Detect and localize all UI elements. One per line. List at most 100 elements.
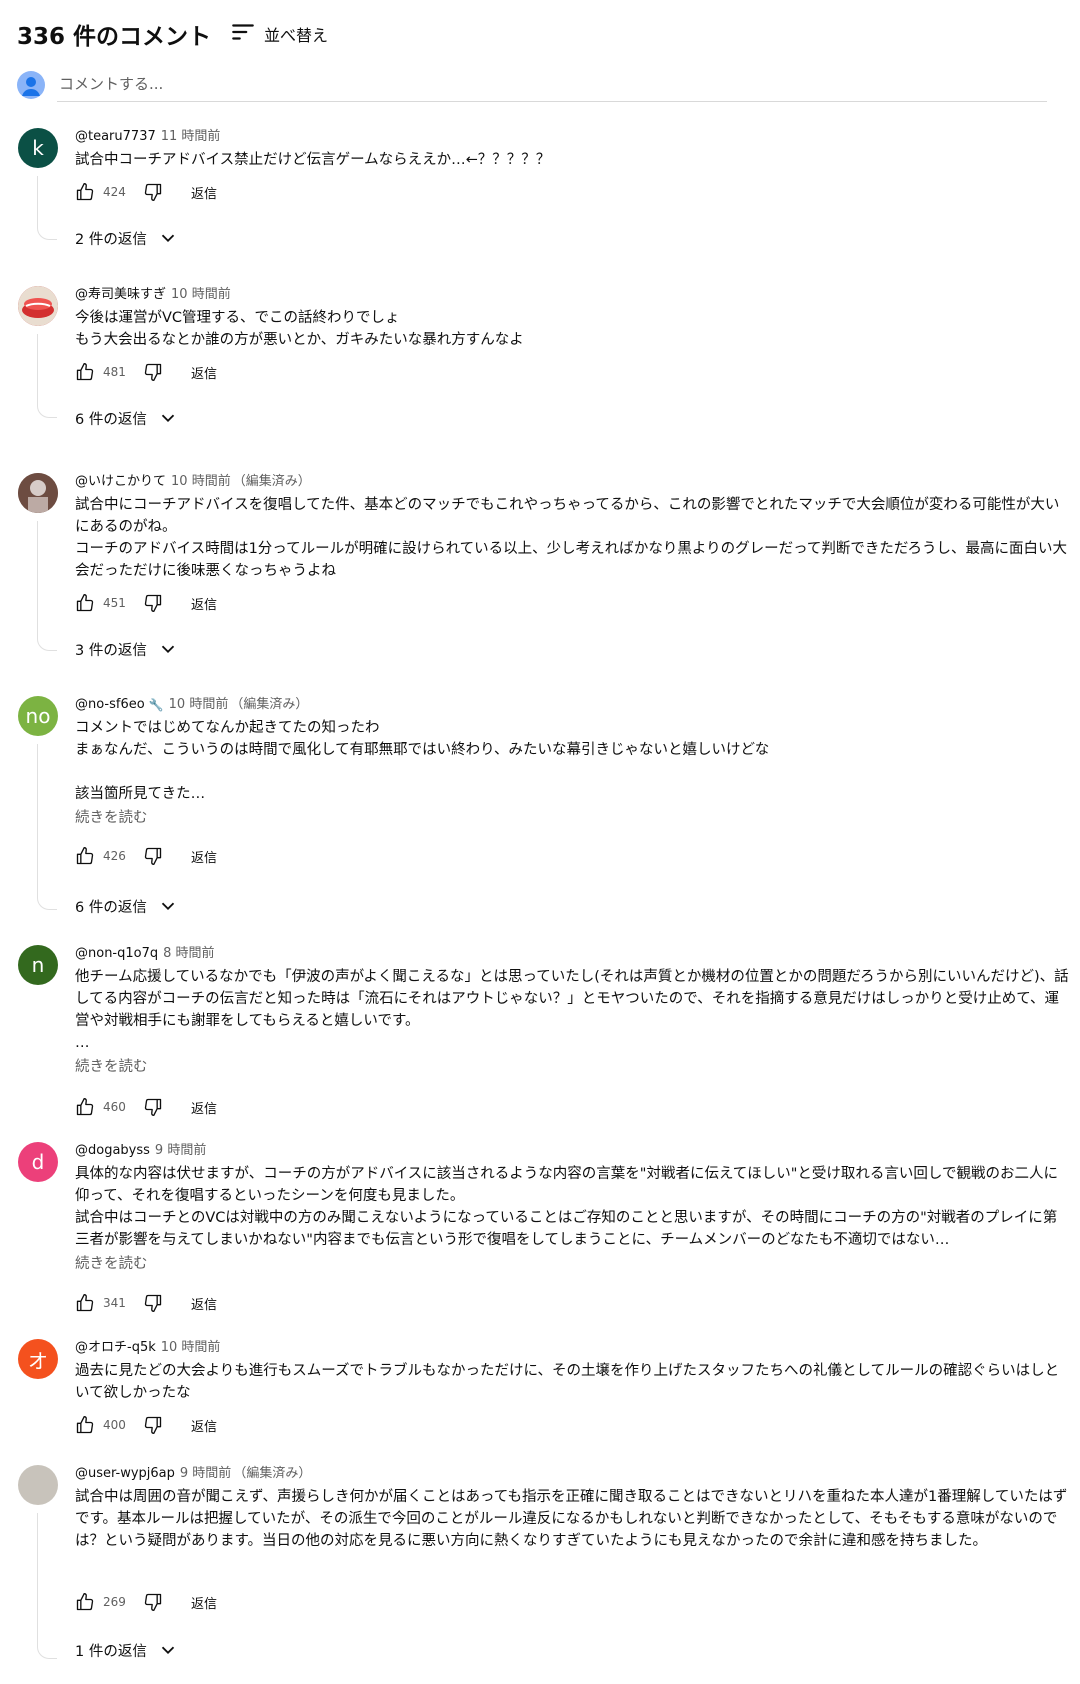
comment-actions: 269 返信: [75, 1590, 217, 1614]
thread-connector: [37, 176, 57, 240]
comment-time[interactable]: 9 時間前: [180, 1465, 231, 1483]
like-icon[interactable]: [75, 1097, 95, 1117]
avatar-letter: オ: [28, 1348, 48, 1373]
thread-connector: [37, 1513, 57, 1659]
edited-label: （編集済み）: [230, 697, 309, 712]
comment-time[interactable]: 9 時間前: [155, 1142, 206, 1160]
read-more-button[interactable]: 続きを読む: [75, 808, 1070, 828]
dislike-icon[interactable]: [143, 182, 163, 202]
comment-body: @user-wypj6ap 9 時間前 （編集済み） 試合中は周囲の音が聞こえず、声…: [75, 1465, 1070, 1552]
thread-connector: [37, 334, 57, 418]
comment-thread: n @non-q1o7q 8 時間前 他チーム応援しているなかでも「伊波の声がよく…: [0, 945, 1080, 1117]
edited-label: （編集済み）: [232, 474, 311, 489]
comment-actions: 481 返信: [75, 360, 217, 384]
dislike-icon[interactable]: [143, 593, 163, 613]
comment-author[interactable]: @non-q1o7q: [75, 945, 158, 963]
comment-author[interactable]: @寿司美味すぎ: [75, 286, 166, 304]
comment-time[interactable]: 10 時間前: [171, 286, 231, 304]
reply-button[interactable]: 返信: [191, 847, 217, 866]
comment-body: @no-sf6eo 🔧 10 時間前 （編集済み） コメントではじめてなんか起きてたの…: [75, 696, 1070, 828]
comment-time[interactable]: 10 時間前: [171, 473, 231, 491]
avatar[interactable]: オ: [18, 1339, 58, 1379]
like-icon[interactable]: [75, 1592, 95, 1612]
like-icon[interactable]: [75, 593, 95, 613]
dislike-icon[interactable]: [143, 846, 163, 866]
comment-body: @寿司美味すぎ 10 時間前 今後は運営がVC管理する、でこの話終わりでしょ もう…: [75, 286, 1070, 351]
reply-button[interactable]: 返信: [191, 363, 217, 382]
avatar[interactable]: n: [18, 945, 58, 985]
comment-body: @tearu7737 11 時間前 試合中コーチアドバイス禁止だけど伝言ゲームなら…: [75, 128, 1070, 171]
comment-body: @オロチ-q5k 10 時間前 過去に見たどの大会よりも進行もスムーズでトラブルも…: [75, 1339, 1070, 1404]
comment-author[interactable]: @no-sf6eo: [75, 696, 145, 714]
like-count: 460: [103, 1100, 126, 1114]
avatar[interactable]: [18, 1465, 58, 1505]
chevron-down-icon: [161, 902, 174, 911]
comment-actions: 451 返信: [75, 591, 217, 615]
view-replies-button[interactable]: 2 件の返信: [75, 226, 179, 250]
comment-time[interactable]: 11 時間前: [161, 128, 221, 146]
view-replies-button[interactable]: 6 件の返信: [75, 406, 179, 430]
comment-thread: d @dogabyss 9 時間前 具体的な内容は伏せますが、コーチの方がアドバイ…: [0, 1142, 1080, 1322]
thread-connector: [37, 744, 57, 910]
avatar[interactable]: k: [18, 128, 58, 168]
comment-actions: 426 返信: [75, 844, 217, 868]
comment-text: 具体的な内容は伏せますが、コーチの方がアドバイスに該当されるような内容の言葉を"…: [75, 1166, 1058, 1248]
like-icon[interactable]: [75, 846, 95, 866]
comment-author[interactable]: @いけこかりて: [75, 473, 166, 491]
wrench-icon: 🔧: [148, 698, 164, 712]
comment-thread: @寿司美味すぎ 10 時間前 今後は運営がVC管理する、でこの話終わりでしょ もう…: [0, 286, 1080, 436]
reply-button[interactable]: 返信: [191, 1593, 217, 1612]
dislike-icon[interactable]: [143, 1592, 163, 1612]
like-count: 269: [103, 1595, 126, 1609]
reply-button[interactable]: 返信: [191, 594, 217, 613]
comment-time[interactable]: 8 時間前: [163, 945, 214, 963]
comment-author[interactable]: @user-wypj6ap: [75, 1465, 175, 1483]
like-icon[interactable]: [75, 1415, 95, 1435]
comment-actions: 460 返信: [75, 1095, 217, 1119]
replies-label: 2 件の返信: [75, 231, 147, 248]
comment-input[interactable]: [57, 70, 1047, 102]
avatar-letter: d: [31, 1150, 45, 1174]
comments-header: 336 件のコメント 並べ替え: [17, 14, 328, 54]
add-comment-row: [17, 70, 1047, 104]
view-replies-button[interactable]: 3 件の返信: [75, 637, 179, 661]
thread-connector: [37, 521, 57, 651]
view-replies-button[interactable]: 6 件の返信: [75, 894, 179, 918]
dislike-icon[interactable]: [143, 1415, 163, 1435]
comment-author[interactable]: @dogabyss: [75, 1142, 150, 1160]
sort-button[interactable]: 並べ替え: [230, 14, 328, 54]
reply-button[interactable]: 返信: [191, 1098, 217, 1117]
sort-icon: [230, 19, 256, 49]
dislike-icon[interactable]: [143, 1293, 163, 1313]
comment-author[interactable]: @tearu7737: [75, 128, 156, 146]
comment-text: 試合中コーチアドバイス禁止だけど伝言ゲームならええか…←？？？？？: [75, 152, 551, 168]
comment-thread: @user-wypj6ap 9 時間前 （編集済み） 試合中は周囲の音が聞こえず、声…: [0, 1465, 1080, 1665]
avatar[interactable]: [18, 473, 58, 513]
read-more-button[interactable]: 続きを読む: [75, 1254, 1070, 1274]
view-replies-button[interactable]: 1 件の返信: [75, 1638, 179, 1662]
read-more-button[interactable]: 続きを読む: [75, 1057, 1070, 1077]
comment-thread: @いけこかりて 10 時間前 （編集済み） 試合中にコーチアドバイスを復唱してた件、…: [0, 473, 1080, 663]
dislike-icon[interactable]: [143, 362, 163, 382]
reply-button[interactable]: 返信: [191, 1294, 217, 1313]
comment-time[interactable]: 10 時間前: [161, 1339, 221, 1357]
like-count: 424: [103, 185, 126, 199]
sort-label: 並べ替え: [264, 26, 329, 45]
avatar-letter: n: [31, 953, 45, 977]
comment-thread: オ @オロチ-q5k 10 時間前 過去に見たどの大会よりも進行もスムーズでトラブ…: [0, 1339, 1080, 1439]
comment-actions: 424 返信: [75, 180, 217, 204]
comment-author[interactable]: @オロチ-q5k: [75, 1339, 156, 1357]
like-count: 426: [103, 849, 126, 863]
like-icon[interactable]: [75, 1293, 95, 1313]
comment-thread: no @no-sf6eo 🔧 10 時間前 （編集済み） コメントではじめてなんか起き…: [0, 696, 1080, 922]
comment-time[interactable]: 10 時間前: [169, 696, 229, 714]
avatar[interactable]: [18, 286, 58, 326]
avatar[interactable]: d: [18, 1142, 58, 1182]
reply-button[interactable]: 返信: [191, 1416, 217, 1435]
avatar[interactable]: no: [18, 696, 58, 736]
like-icon[interactable]: [75, 362, 95, 382]
dislike-icon[interactable]: [143, 1097, 163, 1117]
reply-button[interactable]: 返信: [191, 183, 217, 202]
comment-text: 試合中は周囲の音が聞こえず、声援らしき何かが届くことはあっても指示を正確に聞き取…: [75, 1489, 1068, 1549]
like-icon[interactable]: [75, 182, 95, 202]
